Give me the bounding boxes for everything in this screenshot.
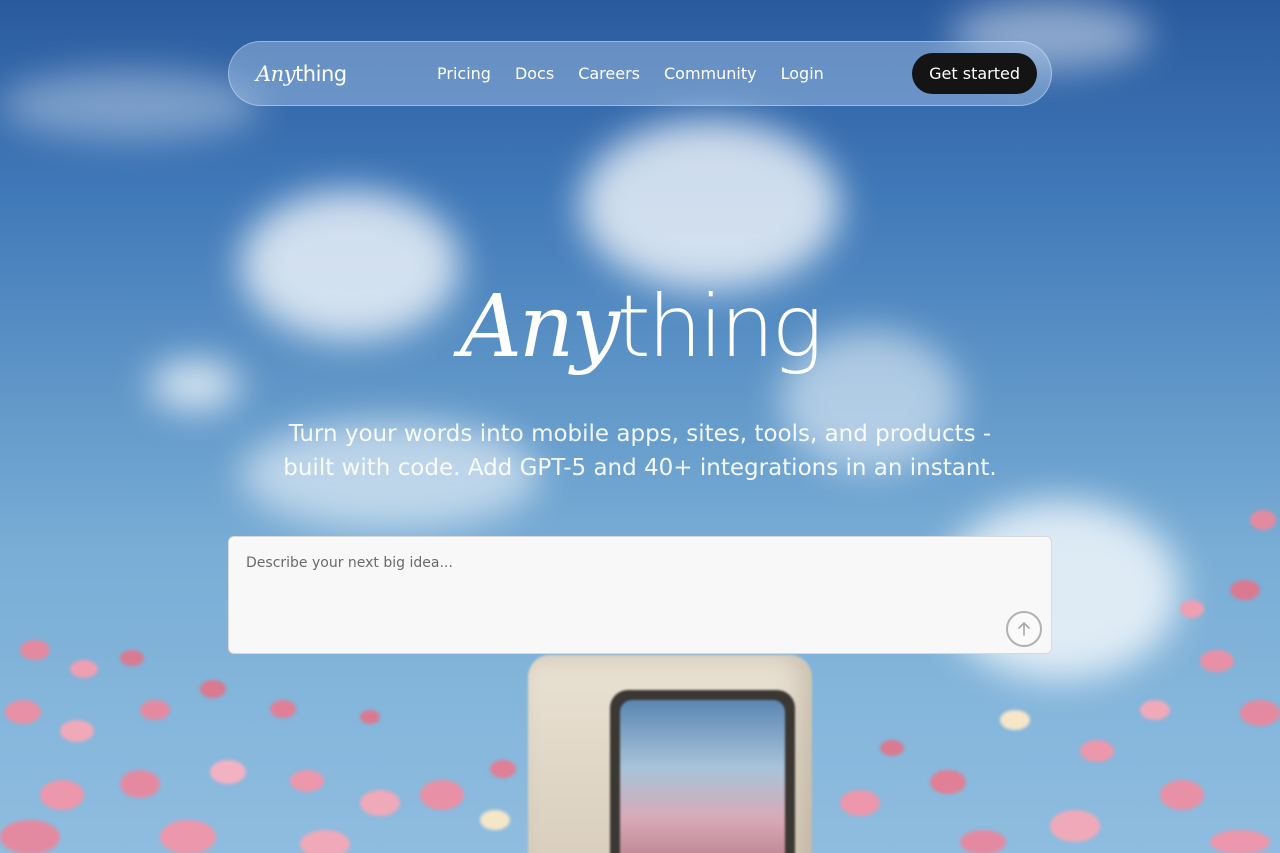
- background-flower: [70, 660, 98, 678]
- submit-prompt-button[interactable]: [1006, 611, 1042, 647]
- background-flower: [5, 700, 41, 724]
- background-flower: [960, 830, 1006, 853]
- brand-logo-rest: thing: [295, 61, 347, 86]
- hero-logo-italic: Any: [459, 277, 620, 377]
- background-cloud: [0, 70, 260, 140]
- hero-logo-rest: thing: [616, 277, 823, 377]
- background-flower: [1230, 580, 1260, 600]
- retro-monitor-image: [528, 655, 812, 853]
- background-flower: [270, 700, 296, 718]
- background-flower: [360, 710, 380, 724]
- background-flower: [0, 820, 60, 853]
- background-flower: [490, 760, 516, 778]
- monitor-screen-reflection: [620, 700, 785, 853]
- background-flower: [1250, 510, 1276, 530]
- brand-logo-italic: Any: [256, 61, 296, 86]
- background-flower: [1180, 600, 1204, 618]
- nav-link-careers[interactable]: Careers: [578, 64, 640, 83]
- background-flower: [200, 680, 226, 698]
- background-flower: [480, 810, 510, 830]
- background-flower: [60, 720, 94, 742]
- background-flower: [290, 770, 324, 792]
- background-flower: [930, 770, 966, 794]
- background-flower: [120, 770, 160, 798]
- background-flower: [1210, 830, 1270, 853]
- background-flower: [880, 740, 904, 756]
- hero-logo: Anything: [0, 284, 1280, 370]
- background-flower: [360, 790, 400, 816]
- background-flower: [1200, 650, 1234, 672]
- background-flower: [140, 700, 170, 720]
- background-flower: [160, 820, 216, 853]
- background-flower: [1050, 810, 1100, 842]
- background-flower: [1160, 780, 1204, 810]
- background-flower: [1140, 700, 1170, 720]
- background-flower: [1240, 700, 1280, 726]
- background-flower: [20, 640, 50, 660]
- background-flower: [120, 650, 144, 666]
- nav-link-docs[interactable]: Docs: [515, 64, 554, 83]
- top-nav: Anything Pricing Docs Careers Community …: [228, 41, 1052, 106]
- get-started-button[interactable]: Get started: [912, 53, 1037, 94]
- background-flower: [420, 780, 464, 810]
- background-flower: [1000, 710, 1030, 730]
- background-flower: [40, 780, 84, 810]
- nav-links: Pricing Docs Careers Community Login: [426, 64, 912, 83]
- background-flower: [210, 760, 246, 784]
- background-flower: [840, 790, 880, 816]
- prompt-box: [228, 536, 1052, 654]
- background-cloud: [580, 120, 840, 290]
- monitor-screen: [610, 690, 795, 853]
- brand-logo[interactable]: Anything: [256, 62, 426, 86]
- arrow-up-icon: [1017, 621, 1031, 637]
- background-flower: [1080, 740, 1114, 762]
- idea-prompt-input[interactable]: [244, 553, 988, 637]
- nav-link-login[interactable]: Login: [781, 64, 824, 83]
- nav-link-pricing[interactable]: Pricing: [437, 64, 491, 83]
- hero-tagline: Turn your words into mobile apps, sites,…: [283, 421, 997, 481]
- background-flower: [300, 830, 350, 853]
- nav-link-community[interactable]: Community: [664, 64, 757, 83]
